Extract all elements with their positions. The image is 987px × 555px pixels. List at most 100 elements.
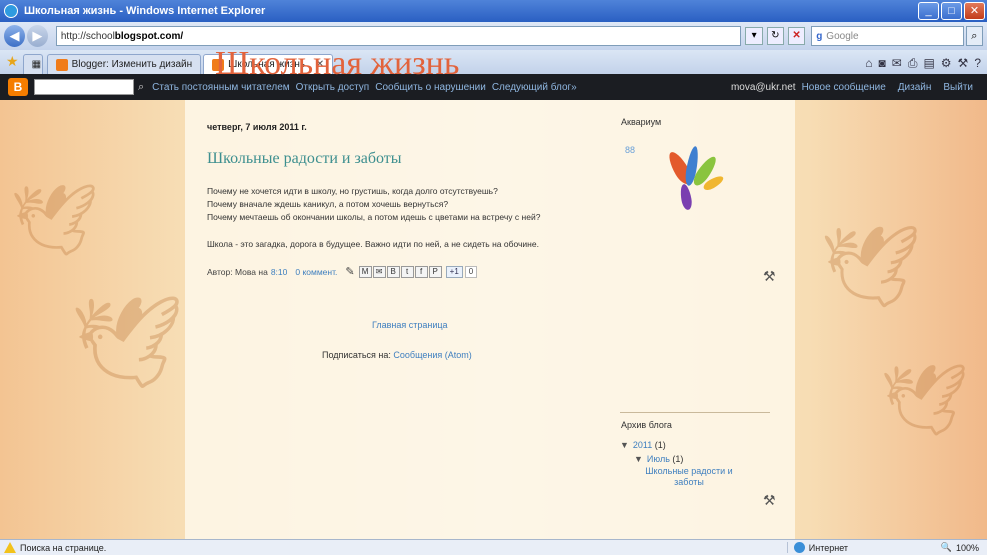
follow-link[interactable]: Стать постоянным читателем bbox=[152, 82, 289, 93]
share-blogger-button[interactable]: B bbox=[386, 265, 400, 278]
address-input[interactable]: http://school blogspot.com/ bbox=[55, 26, 742, 46]
archive-month-link[interactable]: Июль bbox=[647, 454, 670, 464]
plusone-count: 0 bbox=[464, 265, 478, 278]
window-titlebar: Школьная жизнь - Windows Internet Explor… bbox=[0, 0, 987, 22]
page-menu-icon[interactable]: ▤ bbox=[923, 56, 934, 71]
collapse-triangle-icon[interactable]: ▼ bbox=[620, 440, 629, 450]
next-blog-link[interactable]: Следующий блог» bbox=[492, 82, 577, 93]
minimize-button[interactable]: _ bbox=[918, 2, 939, 20]
search-icon[interactable]: ⌕ bbox=[965, 26, 983, 46]
comments-link[interactable]: 0 коммент. bbox=[295, 267, 337, 277]
share-link[interactable]: Открыть доступ bbox=[296, 82, 370, 93]
navbar-right: mova@ukr.net Новое сообщение Дизайн Выйт… bbox=[731, 82, 979, 93]
favorites-star-icon[interactable]: ★ bbox=[6, 53, 19, 70]
collapse-triangle-icon[interactable]: ▼ bbox=[634, 454, 643, 464]
post-footer: Автор: Мова на 8:10 0 коммент. ✎ M ✉ B t… bbox=[207, 265, 478, 278]
print-icon[interactable]: ⎙ bbox=[908, 56, 918, 71]
bird-decoration-icon: 🕊 bbox=[10, 181, 99, 259]
post-date: четверг, 7 июля 2011 г. bbox=[207, 122, 307, 132]
search-icon[interactable]: ⌕ bbox=[138, 81, 144, 94]
new-post-link[interactable]: Новое сообщение bbox=[802, 82, 886, 93]
fish-icon bbox=[678, 183, 694, 211]
safety-menu-icon[interactable]: ⚙ bbox=[941, 56, 952, 71]
wrench-icon[interactable]: ⚒ bbox=[763, 268, 776, 285]
home-page-link[interactable]: Главная страница bbox=[372, 320, 448, 330]
bird-decoration-icon: 🕊 bbox=[820, 222, 922, 311]
google-icon: g bbox=[816, 30, 823, 42]
page-background: 🕊 🕊 🕊 🕊 bbox=[0, 100, 987, 539]
archive-year[interactable]: ▼ 2011 (1) bbox=[620, 438, 744, 452]
blog-archive: ▼ 2011 (1) ▼ Июль (1) Школьные радости и з… bbox=[620, 438, 744, 488]
archive-post-link[interactable]: Школьные радости и заботы bbox=[634, 466, 744, 488]
tab-bar: ★ ▦ Blogger: Изменить дизайн Школьная жи… bbox=[0, 50, 987, 74]
stop-icon[interactable]: ✕ bbox=[787, 27, 806, 45]
share-blog-button[interactable]: ✉ bbox=[372, 265, 386, 278]
home-icon[interactable]: ⌂ bbox=[865, 56, 872, 71]
search-input[interactable]: g Google bbox=[811, 26, 964, 46]
archive-year-link[interactable]: 2011 bbox=[633, 440, 652, 450]
quick-tabs-icon[interactable]: ▦ bbox=[22, 54, 43, 74]
share-email-button[interactable]: M bbox=[358, 265, 372, 278]
design-link[interactable]: Дизайн bbox=[898, 82, 932, 93]
post-line: Почему мечтаешь об окончании школы, а по… bbox=[207, 212, 541, 222]
ie-icon bbox=[4, 4, 18, 18]
report-abuse-link[interactable]: Сообщить о нарушении bbox=[375, 82, 486, 93]
post-summary: Школа - это загадка, дорога в будущее. В… bbox=[207, 239, 539, 249]
forward-button[interactable]: ▶ bbox=[26, 25, 48, 47]
refresh-icon[interactable]: ↻ bbox=[766, 27, 784, 45]
post-line: Почему не хочется идти в школу, но груст… bbox=[207, 186, 498, 196]
zoom-level: 100% bbox=[955, 542, 979, 553]
post-time-link[interactable]: 8:10 bbox=[271, 267, 288, 277]
blog-search-input[interactable] bbox=[34, 79, 134, 95]
atom-feed-link[interactable]: Сообщения (Atom) bbox=[393, 350, 471, 360]
zone-label: Интернет bbox=[808, 542, 849, 553]
blog-title[interactable]: Школьная жизнь bbox=[215, 45, 459, 83]
plusone-button[interactable]: +1 bbox=[445, 265, 463, 278]
post-line: Почему вначале ждешь каникул, а потом хо… bbox=[207, 199, 449, 209]
tab-blogger-design[interactable]: Blogger: Изменить дизайн bbox=[46, 54, 202, 74]
tab-label: Blogger: Изменить дизайн bbox=[71, 59, 193, 70]
archive-year-count: (1) bbox=[654, 440, 666, 450]
close-button[interactable]: ✕ bbox=[964, 2, 985, 20]
url-prefix: http://school bbox=[60, 30, 115, 42]
bird-decoration-icon: 🕊 bbox=[880, 361, 969, 439]
archive-title: Архив блога bbox=[621, 420, 672, 430]
help-icon[interactable]: ? bbox=[974, 56, 981, 71]
archive-month-count: (1) bbox=[672, 454, 684, 464]
url-host: blogspot.com/ bbox=[114, 30, 184, 42]
share-pinterest-button[interactable]: P bbox=[428, 265, 442, 278]
post-title[interactable]: Школьные радости и заботы bbox=[207, 150, 402, 168]
warning-icon[interactable] bbox=[4, 542, 16, 553]
compat-view-icon[interactable]: ▾ bbox=[745, 27, 763, 45]
share-buttons: M ✉ B t f P bbox=[358, 265, 442, 278]
share-facebook-button[interactable]: f bbox=[414, 265, 428, 278]
archive-month[interactable]: ▼ Июль (1) bbox=[634, 452, 744, 466]
sidebar-divider bbox=[620, 412, 770, 413]
share-twitter-button[interactable]: t bbox=[400, 265, 414, 278]
window-title: Школьная жизнь - Windows Internet Explor… bbox=[24, 5, 266, 17]
search-engine-label: Google bbox=[826, 30, 859, 42]
globe-icon bbox=[793, 542, 805, 553]
tools-menu-icon[interactable]: ⚒ bbox=[958, 56, 969, 71]
subscribe-label: Подписаться на: bbox=[322, 350, 391, 360]
command-bar: ⌂ ◙ ✉ ⎙ ▤ ⚙ ⚒ ? bbox=[865, 56, 981, 71]
blogger-navbar: B ⌕ Стать постоянным читателем Открыть д… bbox=[0, 74, 987, 100]
back-button[interactable]: ◀ bbox=[4, 25, 25, 47]
wrench-icon[interactable]: ⚒ bbox=[763, 492, 776, 509]
pencil-icon[interactable]: ✎ bbox=[345, 265, 354, 278]
zoom-control[interactable]: 🔍 100% bbox=[941, 542, 979, 553]
feeds-icon[interactable]: ◙ bbox=[879, 56, 886, 71]
security-zone[interactable]: Интернет bbox=[786, 542, 927, 553]
user-email: mova@ukr.net bbox=[730, 81, 796, 93]
maximize-button[interactable]: □ bbox=[941, 2, 962, 20]
bird-decoration-icon: 🕊 bbox=[70, 293, 185, 393]
aquarium-widget[interactable] bbox=[625, 128, 755, 228]
address-toolbar: ◀ ▶ http://school blogspot.com/ ▾ ↻ ✕ g G… bbox=[0, 22, 987, 50]
sign-out-link[interactable]: Выйти bbox=[943, 82, 973, 93]
blogger-logo-icon[interactable]: B bbox=[8, 78, 28, 96]
status-text: Поиска на странице. bbox=[20, 542, 107, 553]
mail-icon[interactable]: ✉ bbox=[892, 56, 902, 71]
author-label: Автор: Мова на bbox=[207, 266, 268, 277]
subscribe-line: Подписаться на: Сообщения (Atom) bbox=[322, 350, 472, 360]
aquarium-title: Аквариум bbox=[621, 117, 662, 127]
